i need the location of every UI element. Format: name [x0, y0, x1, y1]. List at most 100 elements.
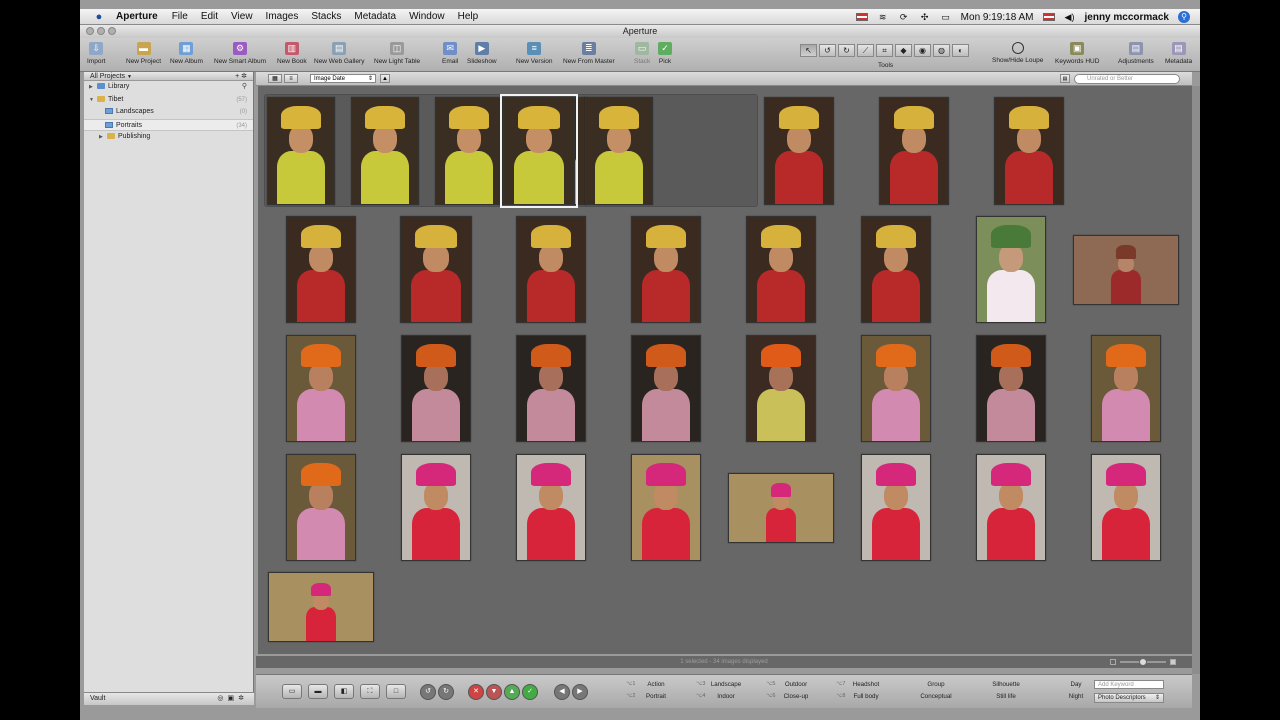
keyword-button-headshot[interactable]: ⌥7 Headshot — [836, 681, 896, 688]
image-thumbnail-selected[interactable] — [500, 93, 578, 208]
list-view-icon[interactable]: ≡ — [284, 74, 298, 83]
full-screen-button[interactable]: ⛶ — [360, 684, 380, 699]
new-album-button[interactable]: ▦ New Album — [170, 42, 203, 65]
volume-icon[interactable]: ◀) — [1064, 12, 1076, 22]
keyboard-flag-icon[interactable] — [1042, 13, 1055, 21]
decrease-rating-button[interactable]: ▼ — [486, 684, 502, 700]
keyword-button-full-body[interactable]: ⌥8 Full body — [836, 693, 896, 700]
close-window-button[interactable] — [86, 27, 94, 35]
image-thumbnail[interactable] — [268, 572, 374, 642]
add-project-icon[interactable]: + — [235, 73, 239, 80]
sidebar-item-landscapes[interactable]: Landscapes (0) — [84, 106, 253, 119]
crop-tool-icon[interactable]: ⌗ — [876, 44, 893, 57]
browser-mode-button[interactable]: □ — [386, 684, 406, 699]
browser-scrollbar[interactable] — [1192, 86, 1200, 674]
image-thumbnail[interactable] — [286, 335, 356, 442]
stack-button[interactable]: ▭ Stack — [634, 42, 650, 65]
image-thumbnail[interactable] — [861, 335, 931, 442]
sidebar-item-library[interactable]: ▶ Library ⚲ — [84, 81, 253, 94]
image-thumbnail[interactable] — [351, 96, 419, 205]
new-smart-album-button[interactable]: ⚙ New Smart Album — [214, 42, 266, 65]
keyword-button-outdoor[interactable]: ⌥5 Outdoor — [766, 681, 826, 688]
battery-icon[interactable]: ▭ — [940, 12, 952, 22]
rotate-left-button[interactable]: ↺ — [420, 684, 436, 700]
image-thumbnail[interactable] — [631, 216, 701, 323]
vault-add-icon[interactable]: ▣ — [228, 695, 239, 702]
new-web-gallery-button[interactable]: ▤ New Web Gallery — [314, 42, 364, 65]
filter-search-field[interactable]: Unrated or Better — [1074, 74, 1180, 84]
menu-file[interactable]: File — [172, 11, 188, 22]
slideshow-button[interactable]: ▶ Slideshow — [467, 42, 497, 65]
menu-images[interactable]: Images — [266, 11, 299, 22]
thumbnail-size-slider[interactable] — [1110, 658, 1180, 666]
sidebar-item-tibet[interactable]: ▼ Tibet (57) — [84, 94, 253, 107]
image-thumbnail[interactable] — [401, 454, 471, 561]
keyword-button-action[interactable]: ⌥1 Action — [626, 681, 686, 688]
new-version-button[interactable]: ≡ New Version — [516, 42, 553, 65]
wifi-icon[interactable]: ≋ — [877, 12, 889, 22]
disclosure-expanded-icon[interactable]: ▼ — [89, 94, 97, 107]
keyword-button-conceptual[interactable]: Conceptual — [906, 693, 966, 700]
vault-action-icon[interactable]: ✲ — [238, 695, 248, 702]
projects-dropdown-icon[interactable]: ▼ — [127, 74, 132, 80]
primary-only-button[interactable]: ▬ — [308, 684, 328, 699]
keyword-button-portrait[interactable]: ⌥2 Portrait — [626, 693, 686, 700]
metadata-button[interactable]: ▤ Metadata — [1165, 42, 1192, 65]
spotlight-icon[interactable]: ⚲ — [1178, 11, 1190, 23]
image-thumbnail[interactable] — [286, 216, 356, 323]
menu-help[interactable]: Help — [458, 11, 479, 22]
menu-metadata[interactable]: Metadata — [354, 11, 396, 22]
image-thumbnail[interactable] — [728, 472, 834, 543]
rotate-right-tool-icon[interactable]: ↻ — [838, 44, 855, 57]
sort-select[interactable]: Image Date ⇕ — [310, 74, 376, 83]
menubar-clock[interactable]: Mon 9:19:18 AM — [961, 12, 1034, 23]
disclosure-collapsed-icon[interactable]: ▶ — [89, 81, 97, 94]
keyword-button-silhouette[interactable]: Silhouette — [976, 681, 1036, 688]
image-thumbnail[interactable] — [267, 96, 335, 205]
previous-image-button[interactable]: ◀ — [554, 684, 570, 700]
red-eye-tool-icon[interactable]: ◉ — [914, 44, 931, 57]
new-from-master-button[interactable]: ≣ New From Master — [563, 42, 615, 65]
rotate-right-button[interactable]: ↻ — [438, 684, 454, 700]
image-thumbnail[interactable] — [861, 216, 931, 323]
next-image-button[interactable]: ▶ — [572, 684, 588, 700]
image-thumbnail[interactable] — [516, 454, 586, 561]
menu-app-name[interactable]: Aperture — [116, 11, 158, 22]
image-thumbnail[interactable] — [994, 96, 1064, 205]
sync-icon[interactable]: ⟳ — [898, 12, 910, 22]
reject-button[interactable]: ✕ — [468, 684, 484, 700]
lift-stamp-tool-icon[interactable]: ◆ — [895, 44, 912, 57]
select-button[interactable]: ✓ — [522, 684, 538, 700]
apple-menu-icon[interactable]: ● — [92, 11, 106, 23]
image-thumbnail[interactable] — [286, 454, 356, 561]
keyword-button-close-up[interactable]: ⌥6 Close-up — [766, 693, 826, 700]
menu-edit[interactable]: Edit — [201, 11, 218, 22]
dodge-tool-icon[interactable]: ◐ — [952, 44, 969, 57]
new-project-button[interactable]: ▬ New Project — [126, 42, 161, 65]
sidebar-item-publishing[interactable]: ▶ Publishing — [84, 131, 253, 144]
menubar-user[interactable]: jenny mccormack — [1085, 12, 1170, 23]
slider-knob[interactable] — [1139, 658, 1147, 666]
import-button[interactable]: ⇩ Import — [87, 42, 105, 65]
keyword-button-still-life[interactable]: Still life — [976, 693, 1036, 700]
add-keyword-field[interactable]: Add Keyword — [1094, 680, 1164, 689]
spot-patch-tool-icon[interactable]: ◍ — [933, 44, 950, 57]
image-thumbnail[interactable] — [976, 335, 1046, 442]
input-source-icon[interactable] — [855, 13, 868, 21]
image-thumbnail[interactable] — [1073, 234, 1179, 305]
sort-direction-icon[interactable]: ▲ — [380, 74, 390, 83]
keyword-button-indoor[interactable]: ⌥4 Indoor — [696, 693, 756, 700]
grid-view-icon[interactable]: ▦ — [268, 74, 282, 83]
image-thumbnail[interactable] — [746, 216, 816, 323]
keyword-preset-select[interactable]: Photo Descriptors ⇕ — [1094, 693, 1164, 703]
image-thumbnail[interactable] — [435, 96, 503, 205]
image-thumbnail[interactable] — [516, 335, 586, 442]
viewer-mode-button[interactable]: ▭ — [282, 684, 302, 699]
increase-rating-button[interactable]: ▲ — [504, 684, 520, 700]
adjustments-button[interactable]: ▤ Adjustments — [1118, 42, 1154, 65]
image-thumbnail[interactable] — [631, 335, 701, 442]
image-thumbnail[interactable] — [1091, 335, 1161, 442]
rotate-button[interactable]: ◧ — [334, 684, 354, 699]
image-thumbnail[interactable] — [976, 454, 1046, 561]
show-hide-loupe-button[interactable]: Show/Hide Loupe — [992, 42, 1043, 64]
